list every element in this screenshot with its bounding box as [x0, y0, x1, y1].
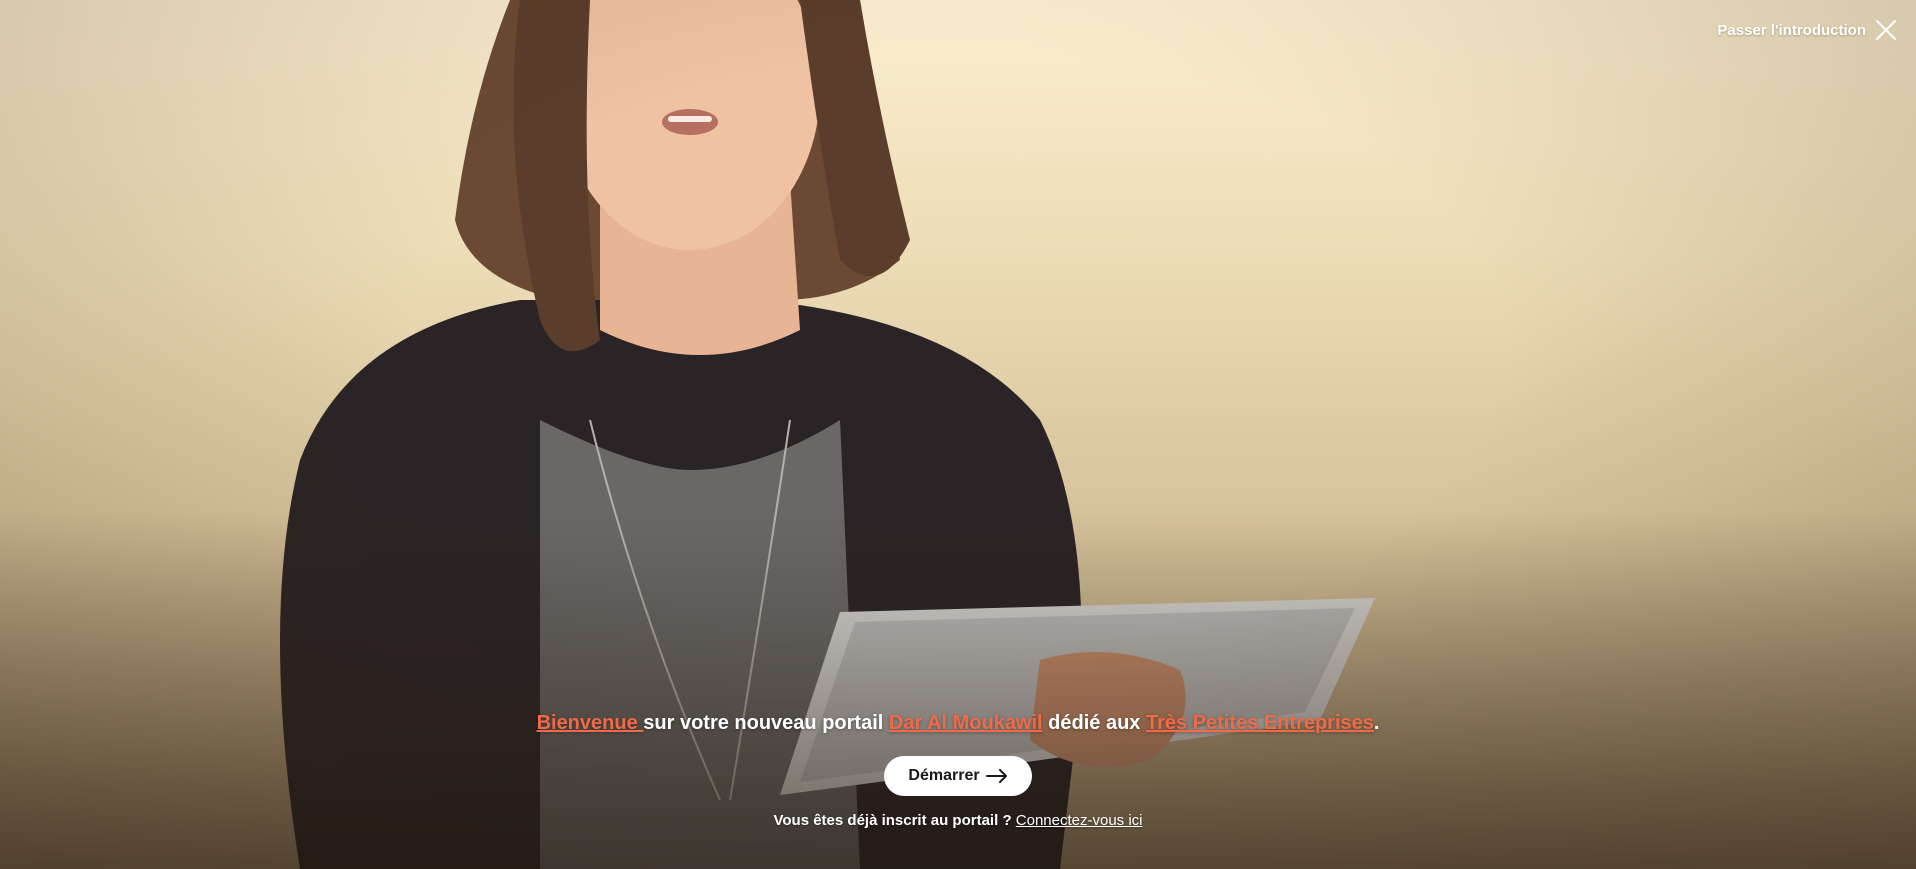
close-icon[interactable] — [1874, 18, 1898, 42]
portal-name-link[interactable]: Dar Al Moukawil — [889, 712, 1043, 734]
tpe-link[interactable]: Très Petites Entreprises — [1146, 712, 1374, 734]
headline-period: . — [1373, 712, 1380, 734]
headline-text-1: sur votre nouveau portail — [643, 712, 889, 734]
intro-content: Bienvenue sur votre nouveau portail Dar … — [0, 712, 1916, 829]
login-link[interactable]: Connectez-vous ici — [1016, 812, 1143, 829]
login-prompt: Vous êtes déjà inscrit au portail ? Conn… — [0, 812, 1916, 829]
welcome-link[interactable]: Bienvenue — [537, 712, 644, 734]
headline-text-2: dédié aux — [1042, 712, 1146, 734]
skip-intro-label: Passer l'introduction — [1717, 21, 1866, 39]
login-prompt-text: Vous êtes déjà inscrit au portail ? — [773, 812, 1016, 829]
arrow-right-icon — [985, 769, 1007, 783]
skip-intro-button[interactable]: Passer l'introduction — [1717, 18, 1898, 42]
welcome-headline: Bienvenue sur votre nouveau portail Dar … — [0, 712, 1916, 735]
start-button[interactable]: Démarrer — [884, 756, 1032, 796]
start-button-label: Démarrer — [908, 767, 980, 784]
